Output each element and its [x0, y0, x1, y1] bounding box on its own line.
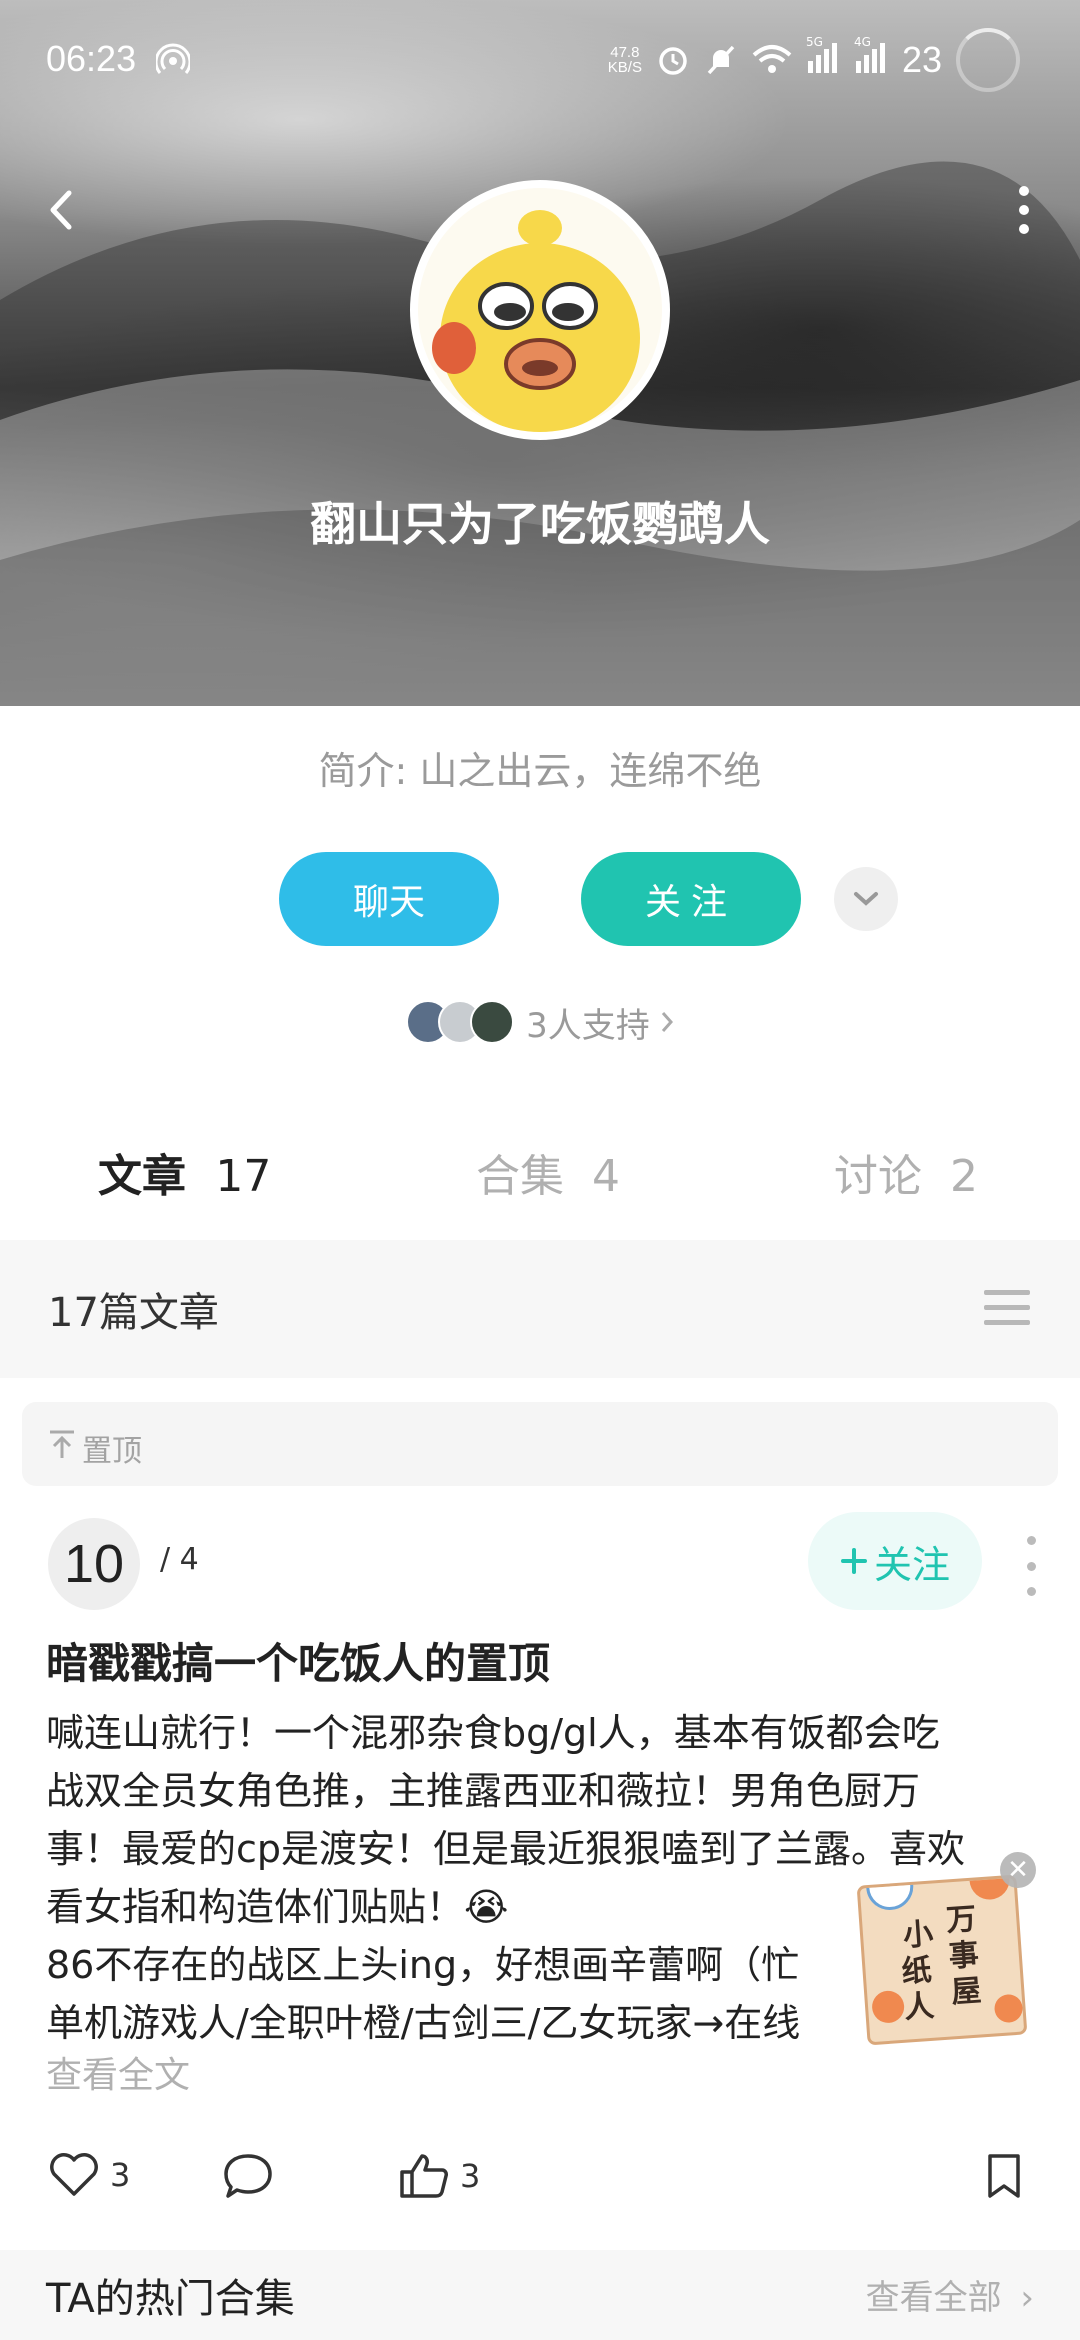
pinned-bar: 置顶	[22, 1402, 1058, 1486]
profile-bio: 简介: 山之出云，连绵不绝	[318, 749, 762, 793]
article-count-title: 17篇文章	[48, 1290, 219, 1336]
battery-level: 23	[901, 39, 942, 80]
sim1-label: 5G	[805, 35, 823, 49]
dot	[1026, 1536, 1036, 1545]
signal-sim1: 5G	[806, 35, 840, 77]
like-count: 3	[110, 2156, 131, 2194]
thumbs-up-icon	[400, 2154, 448, 2198]
post-more-button[interactable]	[1016, 1536, 1046, 1596]
pinned-label: 置顶	[82, 1434, 142, 1469]
follow-button[interactable]: 关注	[581, 852, 801, 946]
tab-label: 文章	[98, 1151, 186, 1202]
alarm-icon	[659, 47, 687, 75]
promo-char: 屋	[950, 1973, 983, 2011]
bookmark-button[interactable]	[984, 2152, 1024, 2200]
chevron-left-icon	[50, 190, 72, 230]
post-follow-button[interactable]: 关注	[808, 1512, 982, 1610]
promo-char: 小	[902, 1916, 935, 1954]
chevron-right-icon: ›	[1020, 2278, 1034, 2318]
promo-char: 纸	[900, 1952, 933, 1990]
tab-count: 17	[215, 1151, 272, 1202]
supporters-row[interactable]: 3人支持	[0, 996, 1080, 1048]
hot-collections-header: TA的热门合集 查看全部 ›	[0, 2250, 1080, 2340]
read-full-text-link[interactable]: 查看全文	[46, 2046, 190, 2098]
dot	[1026, 1561, 1036, 1571]
promo-char: 事	[947, 1937, 980, 1975]
profile-header: 06:23 47.8 KB/S 5G 4G 23 翻山只为了吃饭鹦鹉人	[0, 0, 1080, 706]
promo-char: 人	[903, 1988, 936, 2026]
dot	[1026, 1587, 1036, 1596]
chat-button[interactable]: 聊天	[279, 852, 499, 946]
vertical-dots-icon	[1019, 186, 1029, 234]
bookmark-icon	[988, 2154, 1020, 2198]
tab-count: 2	[950, 1151, 978, 1202]
view-all-label: 查看全部	[865, 2278, 1002, 2318]
post-title[interactable]: 暗戳戳搞一个吃饭人的置顶	[46, 1630, 550, 1691]
tab-articles[interactable]: 文章 17	[98, 1140, 271, 1204]
heart-icon	[50, 2153, 98, 2196]
expand-button[interactable]	[834, 867, 898, 931]
pin-top-icon	[50, 1430, 74, 1458]
back-button[interactable]	[30, 180, 90, 240]
post-actions: 3 3	[0, 2140, 1080, 2230]
promo-char: 万	[945, 1901, 978, 1939]
post-number: 10	[48, 1518, 140, 1610]
post-follow-label: 关注	[873, 1542, 950, 1587]
article-list-header: 17篇文章	[0, 1240, 1080, 1378]
comment-bubble-icon	[224, 2154, 272, 2198]
sim2-label: 4G	[853, 35, 871, 49]
post-body-line: 喊连山就行！一个混邪杂食bg/gl人，基本有饭都会吃	[46, 1711, 940, 1755]
thumbs-up-button[interactable]: 3	[398, 2152, 480, 2200]
profile-tabs: 文章 17 合集 4 讨论 2	[0, 1120, 1080, 1220]
tab-label: 合集	[476, 1151, 564, 1202]
like-button[interactable]: 3	[48, 2152, 130, 2198]
thumbs-up-count: 3	[460, 2157, 481, 2195]
view-all-link[interactable]: 查看全部 ›	[866, 2270, 1034, 2319]
duck-avatar-image	[418, 188, 662, 432]
more-options-button[interactable]	[994, 180, 1054, 240]
battery-ring-icon	[956, 28, 1020, 92]
chevron-down-icon	[854, 892, 878, 906]
tab-collections[interactable]: 合集 4	[476, 1140, 620, 1204]
net-speed-indicator: 47.8 KB/S	[608, 45, 642, 75]
tab-label: 讨论	[834, 1151, 922, 1202]
supporter-avatars	[406, 1000, 516, 1044]
status-bar: 06:23 47.8 KB/S 5G 4G 23	[0, 0, 1080, 120]
plus-icon	[840, 1548, 867, 1574]
net-speed-value: 47.8	[610, 44, 640, 61]
supporters-count: 3人支持	[526, 1005, 650, 1046]
promo-card-image: 小 万 纸 事 人 屋	[856, 1874, 1028, 2046]
post-total: / 4	[160, 1542, 199, 1577]
tab-count: 4	[592, 1151, 620, 1202]
supporter-avatar	[470, 1000, 515, 1044]
list-view-icon[interactable]	[984, 1288, 1030, 1328]
chevron-right-icon	[661, 1012, 673, 1032]
tab-discussions[interactable]: 讨论 2	[834, 1140, 978, 1204]
hotspot-icon	[156, 43, 190, 74]
close-icon[interactable]: ✕	[1000, 1852, 1036, 1888]
profile-nickname: 翻山只为了吃饭鹦鹉人	[310, 497, 770, 551]
signal-sim2: 4G	[854, 35, 888, 77]
comment-button[interactable]	[222, 2152, 274, 2200]
net-speed-unit: KB/S	[607, 59, 642, 76]
post-body-line: 战双全员女角色推，主推露西亚和薇拉！男角色厨万	[46, 1769, 921, 1813]
mute-bell-icon	[707, 45, 735, 75]
hot-collections-title: TA的热门合集	[46, 2276, 295, 2322]
avatar[interactable]	[410, 180, 670, 440]
wifi-icon	[752, 45, 792, 73]
status-right-group: 47.8 KB/S 5G 4G 23	[608, 28, 1020, 92]
status-time: 06:23	[46, 38, 137, 79]
